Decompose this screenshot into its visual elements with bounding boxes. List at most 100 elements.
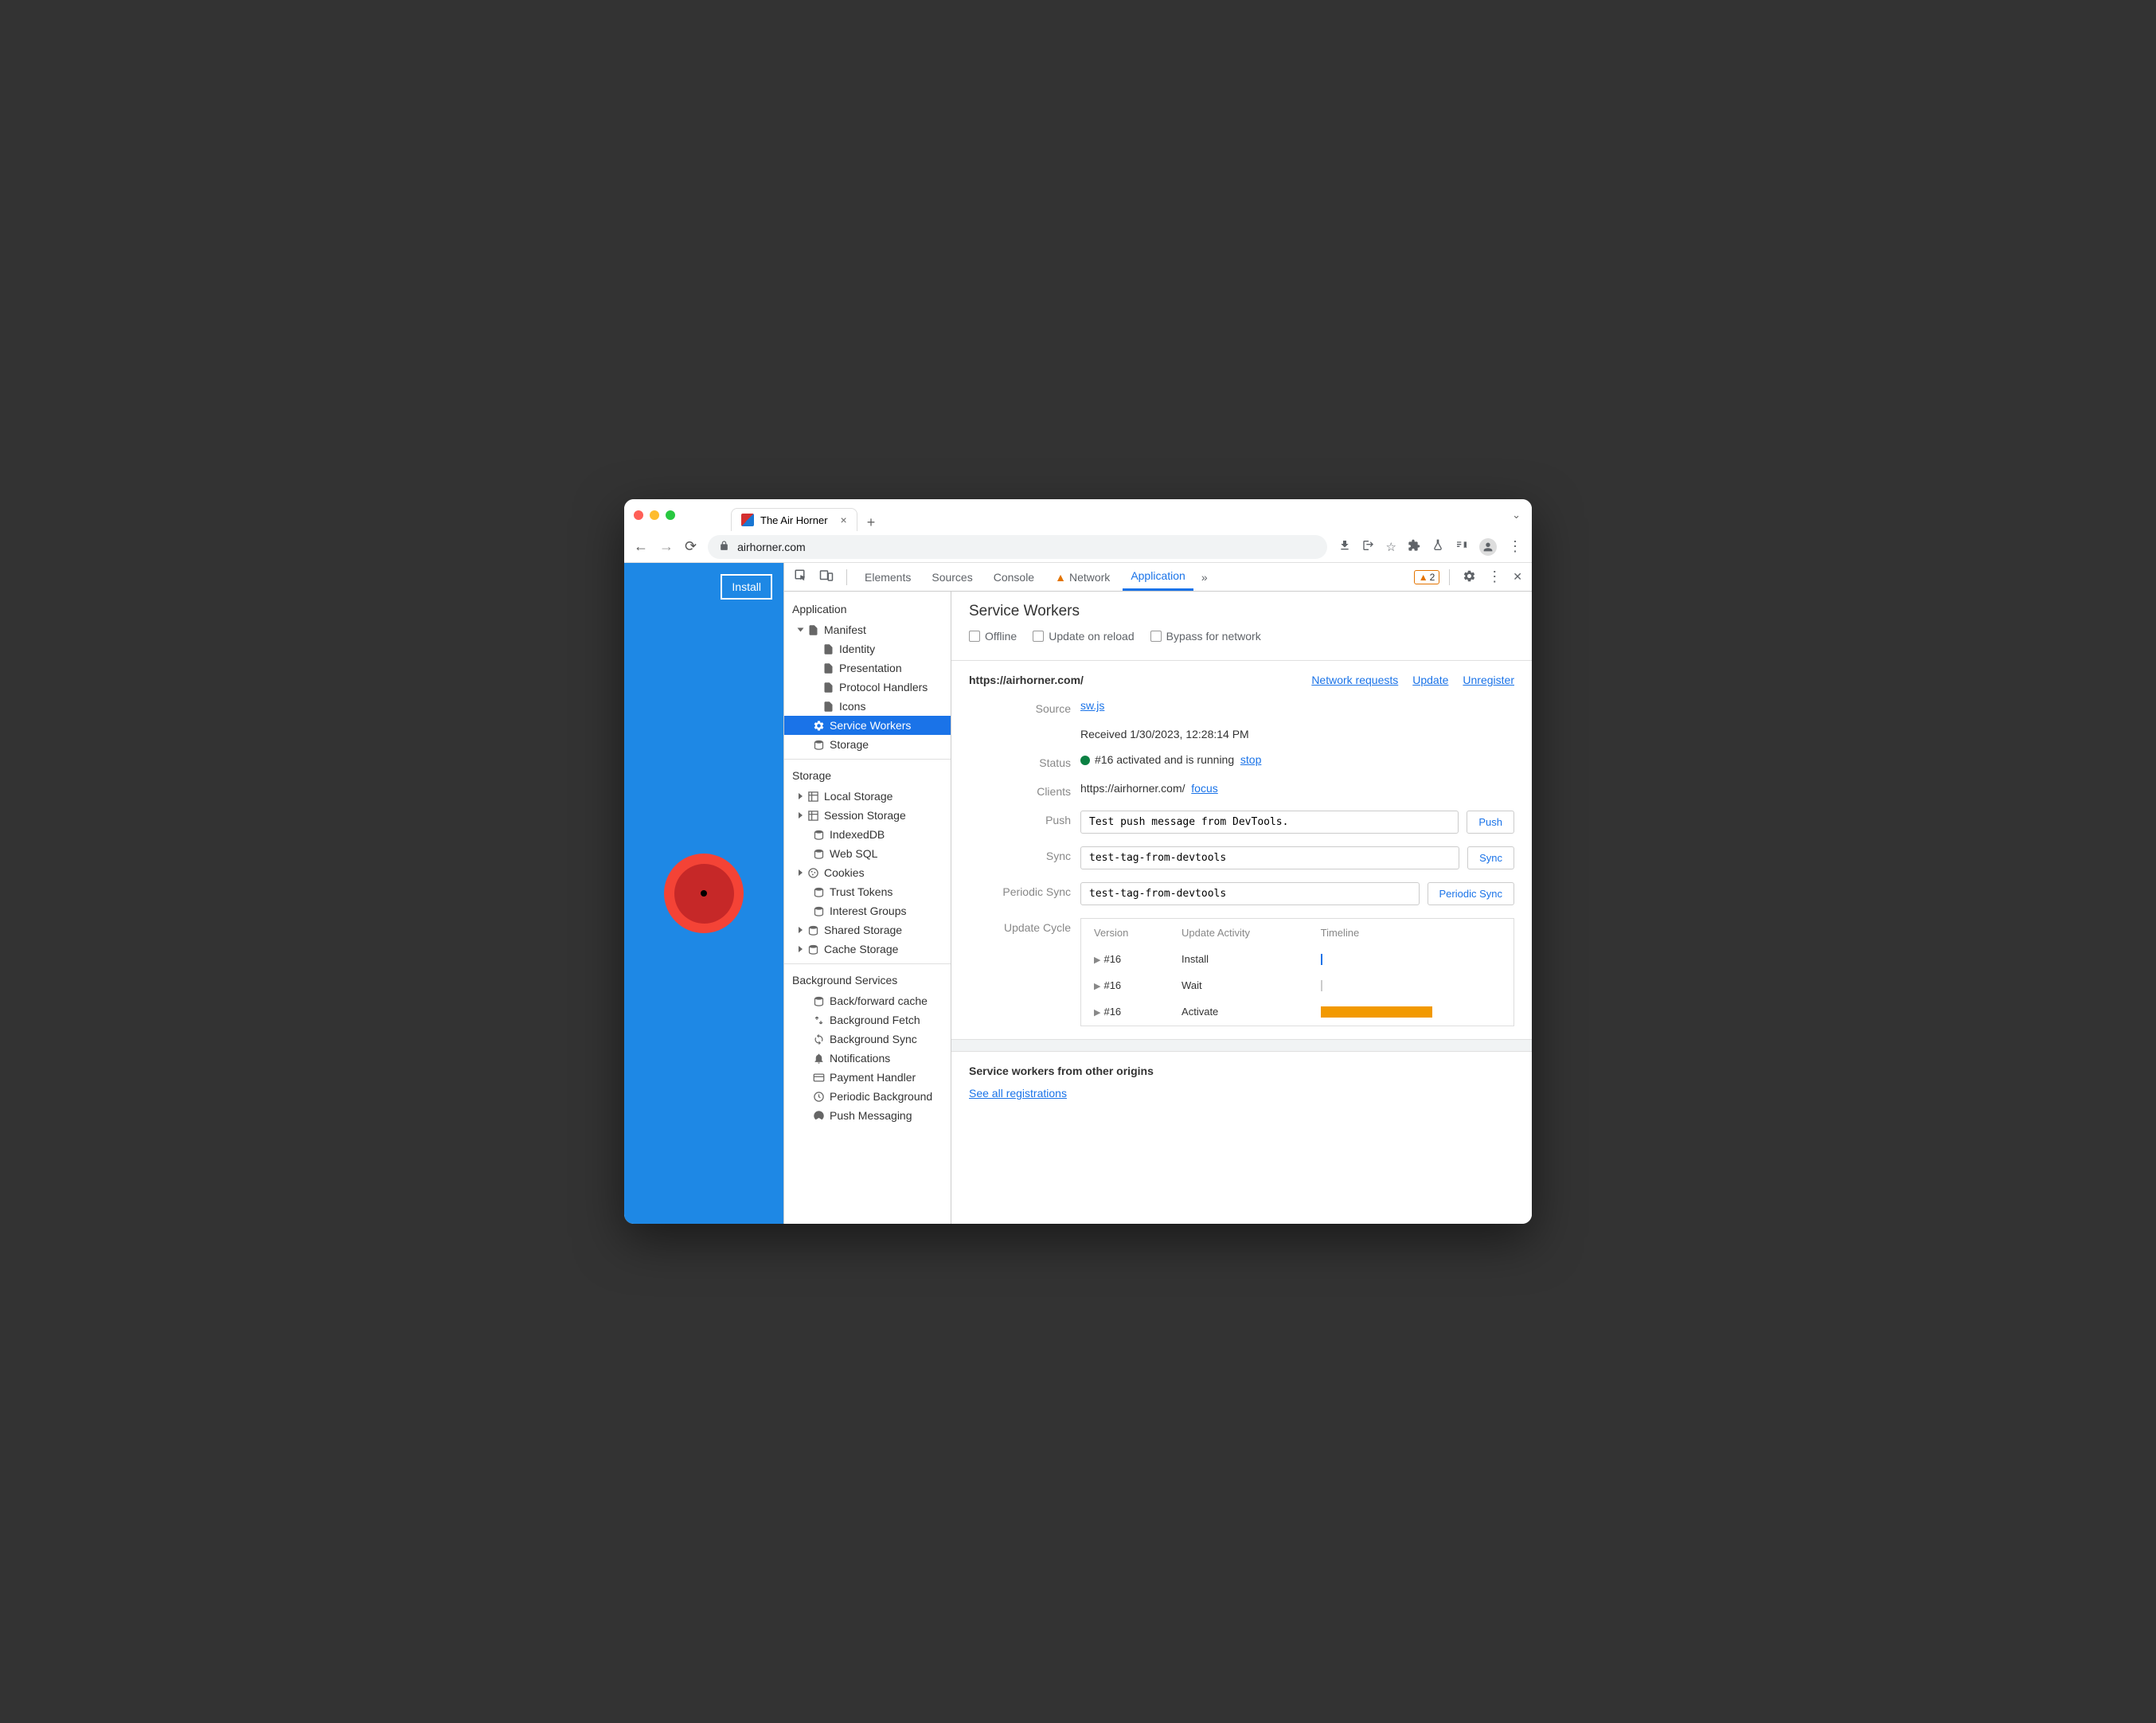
sidebar-item-cache-storage[interactable]: Cache Storage (784, 940, 951, 959)
sidebar-item-bgsync[interactable]: Background Sync (784, 1030, 951, 1049)
devtools-toolbar: Elements Sources Console ▲ Network Appli… (784, 563, 1532, 592)
close-devtools-icon[interactable]: ✕ (1510, 570, 1525, 584)
page-content: Install (624, 563, 783, 1224)
profile-avatar[interactable] (1479, 538, 1497, 556)
sidebar-item-manifest[interactable]: Manifest (784, 620, 951, 639)
url-input[interactable]: airhorner.com (708, 535, 1326, 559)
chevron-down-icon[interactable]: ⌄ (1512, 509, 1521, 522)
new-tab-button[interactable]: + (867, 514, 876, 531)
section-storage: Storage (784, 764, 951, 787)
sync-input[interactable] (1080, 846, 1459, 869)
reload-button[interactable]: ⟳ (685, 538, 697, 555)
sidebar-item-presentation[interactable]: Presentation (784, 658, 951, 678)
received-text: Received 1/30/2023, 12:28:14 PM (1080, 728, 1514, 740)
sidebar-item-interest-groups[interactable]: Interest Groups (784, 901, 951, 920)
airhorn-button[interactable] (664, 854, 744, 933)
label-sync: Sync (969, 846, 1080, 862)
close-tab-icon[interactable]: × (841, 514, 847, 526)
stop-link[interactable]: stop (1240, 753, 1261, 766)
back-button[interactable]: ← (634, 538, 648, 555)
sidebar-item-websql[interactable]: Web SQL (784, 844, 951, 863)
devtools-menu-icon[interactable]: ⋮ (1484, 568, 1505, 585)
forward-button[interactable]: → (659, 538, 674, 555)
labs-icon[interactable] (1431, 539, 1444, 555)
extensions-icon[interactable] (1408, 539, 1420, 555)
col-version: Version (1083, 920, 1169, 945)
cycle-row[interactable]: ▶#16 Install (1083, 947, 1512, 971)
sidebar-item-local-storage[interactable]: Local Storage (784, 787, 951, 806)
download-icon[interactable] (1338, 539, 1351, 555)
cycle-row[interactable]: ▶#16 Wait (1083, 973, 1512, 998)
status-dot-icon (1080, 756, 1090, 765)
sidebar-item-identity[interactable]: Identity (784, 639, 951, 658)
bypass-checkbox[interactable]: Bypass for network (1150, 630, 1261, 643)
push-input[interactable] (1080, 811, 1459, 834)
update-cycle-table: Version Update Activity Timeline ▶#16 In… (1080, 918, 1514, 1026)
offline-checkbox[interactable]: Offline (969, 630, 1017, 643)
install-button[interactable]: Install (721, 574, 772, 600)
inspect-icon[interactable] (791, 568, 811, 585)
share-icon[interactable] (1362, 539, 1375, 555)
push-button[interactable]: Push (1467, 811, 1514, 834)
tab-elements[interactable]: Elements (857, 563, 919, 591)
favicon (741, 514, 754, 526)
update-on-reload-checkbox[interactable]: Update on reload (1033, 630, 1134, 643)
sidebar-item-periodic[interactable]: Periodic Background (784, 1087, 951, 1106)
label-cycle: Update Cycle (969, 918, 1080, 934)
label-clients: Clients (969, 782, 1080, 798)
periodic-button[interactable]: Periodic Sync (1428, 882, 1514, 905)
sidebar-item-storage[interactable]: Storage (784, 735, 951, 754)
sync-button[interactable]: Sync (1467, 846, 1514, 869)
sidebar-item-icons[interactable]: Icons (784, 697, 951, 716)
sidebar-item-trust-tokens[interactable]: Trust Tokens (784, 882, 951, 901)
minimize-window-button[interactable] (650, 510, 659, 520)
sidebar-item-push[interactable]: Push Messaging (784, 1106, 951, 1125)
tab-console[interactable]: Console (986, 563, 1042, 591)
tab-network[interactable]: ▲ Network (1047, 563, 1118, 591)
label-status: Status (969, 753, 1080, 769)
section-background: Background Services (784, 969, 951, 991)
warnings-badge[interactable]: ▲2 (1414, 570, 1440, 584)
sidebar-item-cookies[interactable]: Cookies (784, 863, 951, 882)
see-all-link[interactable]: See all registrations (969, 1087, 1067, 1100)
sidebar-item-notifications[interactable]: Notifications (784, 1049, 951, 1068)
menu-icon[interactable]: ⋮ (1508, 538, 1522, 555)
status-text: #16 activated and is running (1095, 753, 1234, 766)
browser-tab[interactable]: The Air Horner × (731, 508, 857, 531)
settings-icon[interactable] (1459, 569, 1479, 585)
network-requests-link[interactable]: Network requests (1311, 674, 1398, 686)
devtools-sidebar: Application Manifest Identity Presentati… (784, 592, 951, 1224)
update-link[interactable]: Update (1412, 674, 1448, 686)
warning-icon: ▲ (1055, 571, 1066, 584)
bookmark-icon[interactable]: ☆ (1386, 540, 1396, 554)
unregister-link[interactable]: Unregister (1463, 674, 1514, 686)
sidebar-item-payment[interactable]: Payment Handler (784, 1068, 951, 1087)
sidebar-item-indexeddb[interactable]: IndexedDB (784, 825, 951, 844)
periodic-input[interactable] (1080, 882, 1420, 905)
other-origins-title: Service workers from other origins (969, 1065, 1514, 1077)
label-periodic: Periodic Sync (969, 882, 1080, 898)
close-window-button[interactable] (634, 510, 643, 520)
sidebar-item-protocol[interactable]: Protocol Handlers (784, 678, 951, 697)
client-url: https://airhorner.com/ (1080, 782, 1185, 795)
sidebar-item-bfcache[interactable]: Back/forward cache (784, 991, 951, 1010)
source-file-link[interactable]: sw.js (1080, 699, 1104, 712)
cycle-row[interactable]: ▶#16 Activate (1083, 999, 1512, 1024)
sidebar-item-bgfetch[interactable]: Background Fetch (784, 1010, 951, 1030)
label-push: Push (969, 811, 1080, 826)
sidebar-item-session-storage[interactable]: Session Storage (784, 806, 951, 825)
sidebar-item-service-workers[interactable]: Service Workers (784, 716, 951, 735)
tab-application[interactable]: Application (1123, 563, 1193, 591)
sw-origin: https://airhorner.com/ (969, 674, 1084, 686)
more-tabs-icon[interactable]: » (1198, 571, 1211, 584)
address-bar: ← → ⟳ airhorner.com ☆ ⋮ (624, 531, 1532, 563)
maximize-window-button[interactable] (666, 510, 675, 520)
focus-link[interactable]: focus (1191, 782, 1217, 795)
device-toggle-icon[interactable] (816, 568, 837, 585)
titlebar: The Air Horner × + ⌄ (624, 499, 1532, 531)
section-application: Application (784, 598, 951, 620)
devtools-main: Service Workers Offline Update on reload… (951, 592, 1532, 1224)
reading-list-icon[interactable] (1455, 539, 1468, 555)
sidebar-item-shared-storage[interactable]: Shared Storage (784, 920, 951, 940)
tab-sources[interactable]: Sources (924, 563, 980, 591)
